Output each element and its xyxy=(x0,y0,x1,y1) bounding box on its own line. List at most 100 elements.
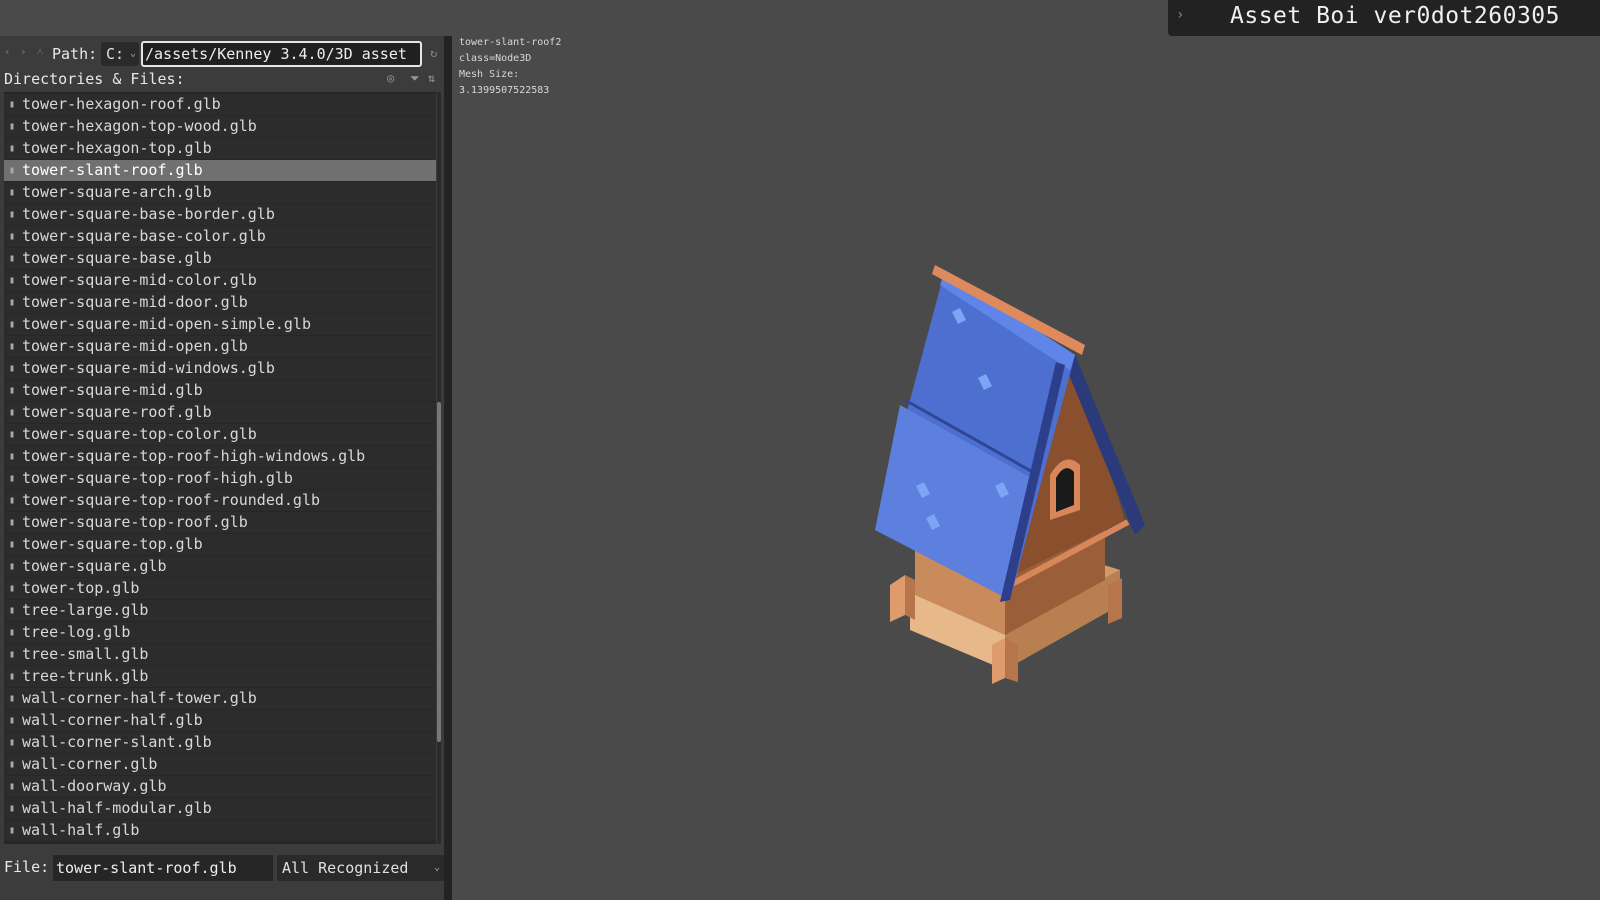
file-icon: ▮ xyxy=(9,627,16,638)
file-icon: ▮ xyxy=(9,803,16,814)
file-list-item[interactable]: ▮ tower-square-mid-open.glb xyxy=(4,336,436,357)
file-icon: ▮ xyxy=(9,121,16,132)
file-name: tower-square-base-color.glb xyxy=(22,227,266,245)
file-name: tower-square-mid-windows.glb xyxy=(22,359,275,377)
sort-icon[interactable]: ⇅ xyxy=(428,71,435,85)
file-icon: ▮ xyxy=(9,539,16,550)
file-icon: ▮ xyxy=(9,693,16,704)
file-list-item[interactable]: ▮ wall-doorway.glb xyxy=(4,776,436,797)
file-name: wall-corner-half-tower.glb xyxy=(22,689,257,707)
file-icon: ▮ xyxy=(9,451,16,462)
file-list-item[interactable]: ▮ tower-square-base-border.glb xyxy=(4,204,436,225)
file-list-item[interactable]: ▮ tree-large.glb xyxy=(4,600,436,621)
file-name: tower-square-arch.glb xyxy=(22,183,212,201)
file-list-item[interactable]: ▮ tower-square-roof.glb xyxy=(4,402,436,423)
drive-select[interactable]: C: ⌄ xyxy=(101,42,139,66)
file-list-item[interactable]: ▮ tower-hexagon-top-wood.glb xyxy=(4,116,436,137)
file-list-item[interactable]: ▮ tower-square-base.glb xyxy=(4,248,436,269)
favorite-icon[interactable]: ◎ xyxy=(387,71,394,85)
panel-divider[interactable] xyxy=(444,36,452,900)
file-list-item[interactable]: ▮ tower-top.glb xyxy=(4,578,436,599)
file-list-item[interactable]: ▮ tower-square-mid-color.glb xyxy=(4,270,436,291)
file-list-item[interactable]: ▮ tower-square-mid-windows.glb xyxy=(4,358,436,379)
file-icon: ▮ xyxy=(9,99,16,110)
file-name: tree-trunk.glb xyxy=(22,667,149,685)
file-list-item[interactable]: ▮ tower-slant-roof.glb xyxy=(4,160,436,181)
file-icon: ▮ xyxy=(9,825,16,836)
file-icon: ▮ xyxy=(9,671,16,682)
file-icon: ▮ xyxy=(9,781,16,792)
file-name: wall-corner-half.glb xyxy=(22,711,203,729)
file-type-filter-select[interactable]: All Recognized ⌄ xyxy=(277,855,444,881)
file-list-item[interactable]: ▮ tree-small.glb xyxy=(4,644,436,665)
file-list-item[interactable]: ▮ tower-square-mid-open-simple.glb xyxy=(4,314,436,335)
path-bar: ‹ › ˄ Path: C: ⌄ /assets/Kenney 3.4.0/3D… xyxy=(0,40,452,67)
forward-arrow-icon[interactable]: › xyxy=(20,45,27,58)
file-list-item[interactable]: ▮ tower-square-top-roof.glb xyxy=(4,512,436,533)
file-list-item[interactable]: ▮ tower-square-top-roof-high.glb xyxy=(4,468,436,489)
chevron-right-icon[interactable]: › xyxy=(1176,7,1184,23)
file-list-item[interactable]: ▮ tree-log.glb xyxy=(4,622,436,643)
mesh-size-value: 3.1399507522583 xyxy=(459,85,550,96)
file-list-item[interactable]: ▮ wall-corner-slant.glb xyxy=(4,732,436,753)
file-list-item[interactable]: ▮ tower-hexagon-roof.glb xyxy=(4,94,436,115)
file-list-item[interactable]: ▮ wall-corner.glb xyxy=(4,754,436,775)
filter-icon[interactable]: ⏷ xyxy=(410,71,420,86)
file-icon: ▮ xyxy=(9,759,16,770)
file-list-item[interactable]: ▮ wall-corner-half-tower.glb xyxy=(4,688,436,709)
file-list-scrollbar[interactable] xyxy=(437,92,441,844)
file-name: tower-hexagon-top-wood.glb xyxy=(22,117,257,135)
file-name: wall-corner.glb xyxy=(22,755,158,773)
file-icon: ▮ xyxy=(9,363,16,374)
scrollbar-thumb[interactable] xyxy=(437,402,441,742)
file-list-item[interactable]: ▮ tower-square-mid-door.glb xyxy=(4,292,436,313)
file-icon: ▮ xyxy=(9,429,16,440)
file-icon: ▮ xyxy=(9,517,16,528)
file-list-item[interactable]: ▮ tower-square-arch.glb xyxy=(4,182,436,203)
file-list-item[interactable]: ▮ tower-square.glb xyxy=(4,556,436,577)
chevron-down-icon: ⌄ xyxy=(433,862,440,873)
file-name: wall-doorway.glb xyxy=(22,777,167,795)
file-name: tower-square-mid-open.glb xyxy=(22,337,248,355)
file-name: tree-small.glb xyxy=(22,645,149,663)
file-list-item[interactable]: ▮ tree-trunk.glb xyxy=(4,666,436,687)
file-list-item[interactable]: ▮ tower-square-top.glb xyxy=(4,534,436,555)
path-input[interactable]: /assets/Kenney 3.4.0/3D asset xyxy=(141,41,422,67)
file-name: tower-square-top-color.glb xyxy=(22,425,257,443)
file-list-item[interactable]: ▮ wall-corner-half.glb xyxy=(4,710,436,731)
file-name: tower-top.glb xyxy=(22,579,140,597)
file-icon: ▮ xyxy=(9,715,16,726)
node-class-text: class=Node3D xyxy=(459,53,532,64)
app-title-bar: › Asset Boi ver0dot260305 xyxy=(1168,0,1600,36)
file-list-item[interactable]: ▮ tower-square-top-roof-high-windows.glb xyxy=(4,446,436,467)
file-list-item[interactable]: ▮ tower-hexagon-top.glb xyxy=(4,138,436,159)
file-icon: ▮ xyxy=(9,407,16,418)
file-icon: ▮ xyxy=(9,209,16,220)
file-list-item[interactable]: ▮ tower-square-mid.glb xyxy=(4,380,436,401)
file-icon: ▮ xyxy=(9,495,16,506)
model-preview[interactable] xyxy=(860,250,1160,690)
file-list-item[interactable]: ▮ wall-half.glb xyxy=(4,820,436,841)
file-name: tower-square-mid-color.glb xyxy=(22,271,257,289)
file-icon: ▮ xyxy=(9,143,16,154)
file-list-item[interactable]: ▮ wall-half-modular.glb xyxy=(4,798,436,819)
up-arrow-icon[interactable]: ˄ xyxy=(37,45,43,58)
file-name: wall-half-modular.glb xyxy=(22,799,212,817)
file-icon: ▮ xyxy=(9,319,16,330)
file-name: tower-square.glb xyxy=(22,557,167,575)
file-name-input[interactable] xyxy=(53,855,273,881)
file-list-item[interactable]: ▮ tower-square-top-color.glb xyxy=(4,424,436,445)
model-info-overlay: tower-slant-roof2 class=Node3D Mesh Size… xyxy=(459,35,561,99)
file-list-item[interactable]: ▮ tower-square-top-roof-rounded.glb xyxy=(4,490,436,511)
file-name: tower-square-top-roof.glb xyxy=(22,513,248,531)
file-browser-panel: ‹ › ˄ Path: C: ⌄ /assets/Kenney 3.4.0/3D… xyxy=(0,36,452,900)
refresh-icon[interactable]: ↻ xyxy=(430,46,437,60)
file-name: tower-square-base.glb xyxy=(22,249,212,267)
back-arrow-icon[interactable]: ‹ xyxy=(4,45,11,58)
file-list[interactable]: ▮ tower-hexagon-roof.glb ▮ tower-hexagon-to… xyxy=(4,92,436,844)
app-title: Asset Boi ver0dot260305 xyxy=(1230,3,1560,29)
file-name: tower-square-top.glb xyxy=(22,535,203,553)
path-label: Path: xyxy=(52,45,98,63)
file-icon: ▮ xyxy=(9,165,16,176)
file-list-item[interactable]: ▮ tower-square-base-color.glb xyxy=(4,226,436,247)
